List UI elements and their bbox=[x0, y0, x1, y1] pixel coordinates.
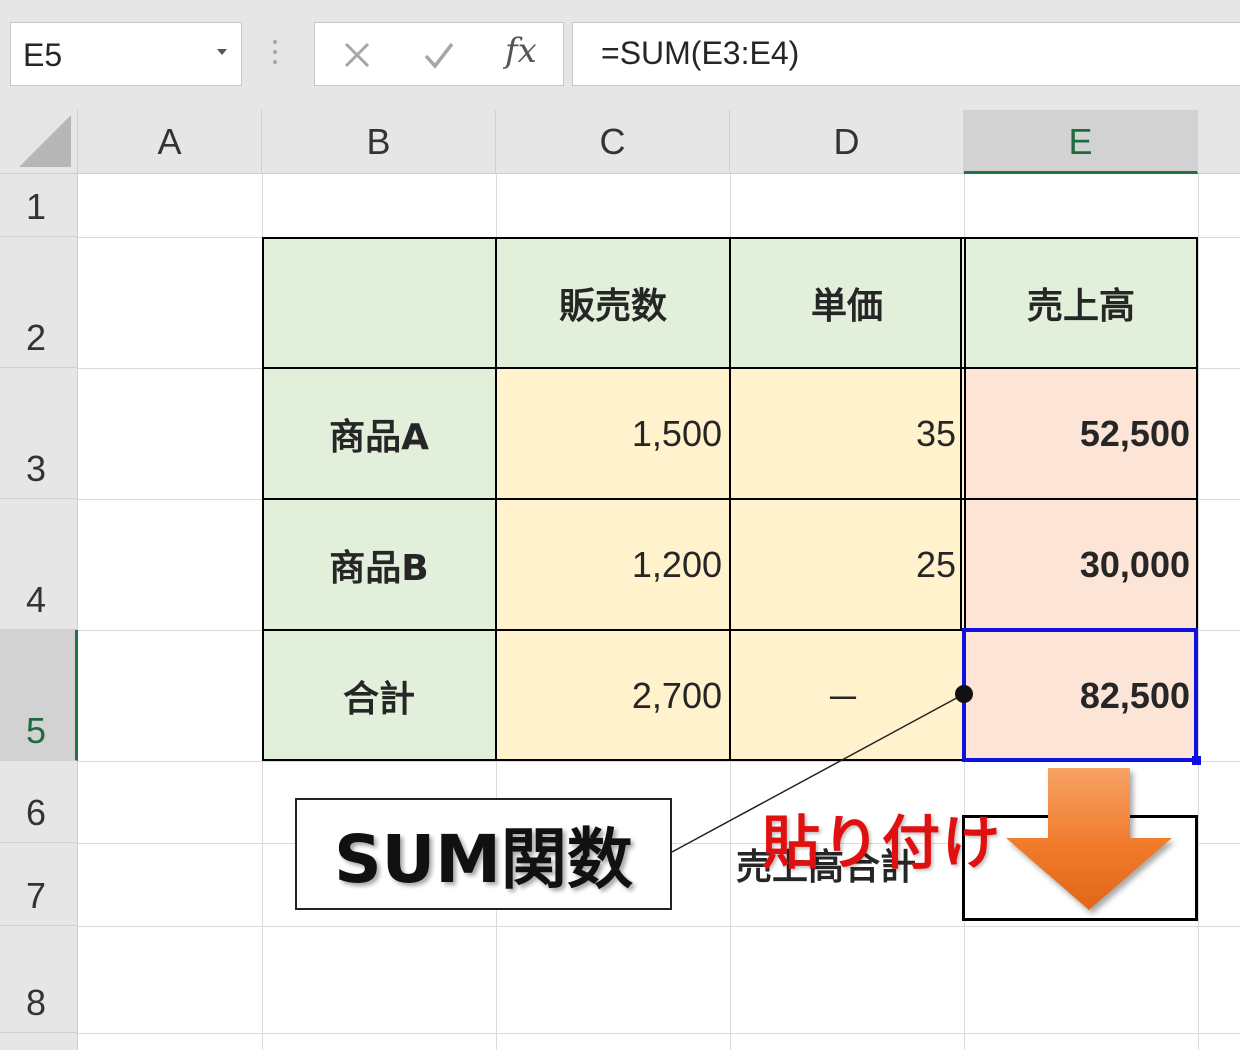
drag-handle-icon[interactable] bbox=[272, 40, 278, 70]
column-header-f[interactable] bbox=[1198, 110, 1240, 174]
fill-handle[interactable] bbox=[1192, 756, 1201, 765]
formula-input[interactable]: =SUM(E3:E4) bbox=[572, 22, 1240, 86]
row-header-8[interactable]: 8 bbox=[0, 926, 78, 1033]
insert-function-button[interactable]: fx bbox=[505, 31, 545, 71]
sum-function-callout: SUM関数 bbox=[295, 798, 672, 910]
formula-text: =SUM(E3:E4) bbox=[601, 35, 800, 71]
row-label-product-b[interactable]: 商品B bbox=[262, 499, 496, 630]
row-header-4[interactable]: 4 bbox=[0, 499, 78, 630]
cell-price-b[interactable]: 25 bbox=[730, 499, 964, 630]
table-header-qty[interactable]: 販売数 bbox=[496, 237, 730, 368]
name-box[interactable]: E5 bbox=[10, 22, 242, 86]
cell-sales-b[interactable]: 30,000 bbox=[964, 499, 1198, 630]
row-header-2[interactable]: 2 bbox=[0, 237, 78, 368]
row-header-5[interactable]: 5 bbox=[0, 630, 78, 761]
cell-qty-total[interactable]: 2,700 bbox=[496, 630, 730, 761]
row-header-3[interactable]: 3 bbox=[0, 368, 78, 499]
cell-sales-a[interactable]: 52,500 bbox=[964, 368, 1198, 499]
row-header-9[interactable] bbox=[0, 1033, 78, 1050]
cell-price-a[interactable]: 35 bbox=[730, 368, 964, 499]
active-cell-selection bbox=[962, 628, 1198, 762]
formula-bar: E5 fx =SUM(E3:E4) bbox=[0, 0, 1240, 110]
column-header-d[interactable]: D bbox=[730, 110, 964, 174]
column-header-c[interactable]: C bbox=[496, 110, 730, 174]
table-header-sales[interactable]: 売上高 bbox=[964, 237, 1198, 368]
row-header-1[interactable]: 1 bbox=[0, 174, 78, 237]
chevron-down-icon[interactable] bbox=[217, 49, 227, 55]
row-label-total[interactable]: 合計 bbox=[262, 630, 496, 761]
x-icon[interactable] bbox=[337, 35, 377, 75]
column-header-a[interactable]: A bbox=[78, 110, 262, 174]
cell-price-total[interactable]: － bbox=[730, 630, 964, 761]
column-header-b[interactable]: B bbox=[262, 110, 496, 174]
table-header-blank[interactable] bbox=[262, 237, 496, 368]
cell-qty-a[interactable]: 1,500 bbox=[496, 368, 730, 499]
select-all-button[interactable] bbox=[0, 110, 78, 174]
row-header-7[interactable]: 7 bbox=[0, 843, 78, 926]
row-label-product-a[interactable]: 商品A bbox=[262, 368, 496, 499]
table-header-price[interactable]: 単価 bbox=[730, 237, 964, 368]
paste-label: 貼り付け bbox=[762, 809, 1003, 877]
check-icon[interactable] bbox=[419, 35, 459, 75]
formula-buttons: fx bbox=[314, 22, 564, 86]
column-header-e[interactable]: E bbox=[964, 110, 1198, 174]
name-box-value: E5 bbox=[23, 37, 63, 73]
row-header-6[interactable]: 6 bbox=[0, 761, 78, 843]
cell-qty-b[interactable]: 1,200 bbox=[496, 499, 730, 630]
